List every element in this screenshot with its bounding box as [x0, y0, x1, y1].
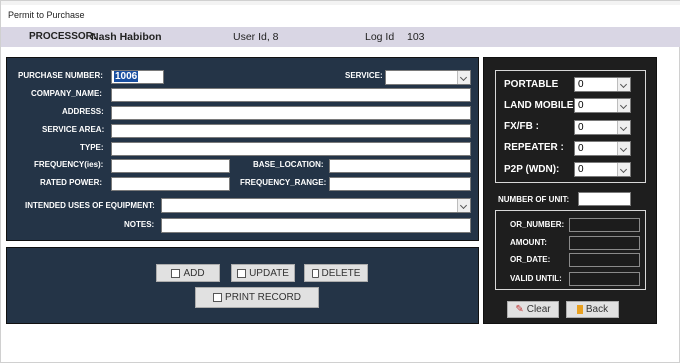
rated-power-label: RATED POWER:: [40, 178, 103, 187]
frequency-label: FREQUENCY(ies):: [34, 160, 104, 169]
user-id: User Id, 8: [233, 31, 279, 43]
permit-window: Permit to Purchase PROCESSOR: Nash Habib…: [0, 0, 680, 363]
window-icon: [171, 268, 181, 278]
chevron-down-icon: [617, 163, 630, 176]
company-name-label: COMPANY_NAME:: [31, 89, 102, 98]
amount-input[interactable]: [569, 236, 640, 250]
address-input[interactable]: [111, 106, 471, 120]
eraser-icon: ✎: [515, 304, 524, 315]
log-id-value: 103: [407, 31, 425, 43]
processor-info-bar: PROCESSOR: Nash Habibon User Id, 8 Log I…: [1, 27, 680, 47]
valid-until-label: VALID UNTIL:: [510, 274, 562, 283]
or-number-label: OR_NUMBER:: [510, 220, 565, 229]
notes-input[interactable]: [161, 218, 471, 233]
portable-dropdown[interactable]: 0: [574, 77, 631, 92]
portable-label: PORTABLE: [504, 79, 559, 90]
notes-label: NOTES:: [124, 220, 155, 229]
chevron-down-icon: [617, 142, 630, 155]
chevron-down-icon: [457, 199, 470, 212]
chevron-down-icon: [457, 71, 470, 84]
or-date-input[interactable]: [569, 253, 640, 267]
clear-button[interactable]: ✎ Clear: [507, 301, 559, 318]
frequency-input[interactable]: [111, 159, 230, 173]
processor-name: Nash Habibon: [91, 31, 162, 43]
chevron-down-icon: [617, 78, 630, 91]
fxfb-value: 0: [578, 122, 584, 133]
processor-label: PROCESSOR:: [29, 31, 97, 42]
p2p-dropdown[interactable]: 0: [574, 162, 631, 177]
valid-until-input[interactable]: [569, 272, 640, 286]
service-area-input[interactable]: [111, 124, 471, 138]
or-date-label: OR_DATE:: [510, 255, 551, 264]
base-location-label: BASE_LOCATION:: [253, 160, 324, 169]
print-record-label: PRINT RECORD: [225, 292, 301, 303]
units-panel: PORTABLE 0 LAND MOBILE 0 FX/FB : 0 REPEA…: [483, 57, 657, 324]
repeater-dropdown[interactable]: 0: [574, 141, 631, 156]
clear-button-label: Clear: [526, 304, 551, 315]
chevron-down-icon: [617, 99, 630, 112]
or-number-input[interactable]: [569, 218, 640, 232]
purchase-number-label: PURCHASE NUMBER:: [18, 71, 103, 80]
land-mobile-dropdown[interactable]: 0: [574, 98, 631, 113]
document-icon: [213, 293, 223, 302]
service-label: SERVICE:: [345, 71, 383, 80]
add-button-label: ADD: [183, 267, 205, 279]
type-label: TYPE:: [80, 143, 104, 152]
intended-uses-label: INTENDED USES OF EQUIPMENT:: [25, 201, 155, 210]
delete-button-label: DELETE: [321, 267, 361, 279]
form-panel: PURCHASE NUMBER: 1006 SERVICE: COMPANY_N…: [6, 57, 479, 241]
frequency-range-input[interactable]: [329, 177, 471, 191]
back-button[interactable]: Back: [566, 301, 619, 318]
p2p-value: 0: [578, 164, 584, 175]
window-icon: [237, 268, 247, 278]
rated-power-input[interactable]: [111, 177, 230, 191]
service-dropdown[interactable]: [385, 70, 471, 85]
portable-value: 0: [578, 79, 584, 90]
company-name-input[interactable]: [111, 88, 471, 102]
purchase-number-value: 1006: [114, 71, 139, 82]
land-mobile-label: LAND MOBILE: [504, 100, 574, 111]
p2p-label: P2P (WDN):: [504, 164, 560, 175]
log-id-label: Log Id: [365, 31, 395, 43]
title-bar: Permit to Purchase: [1, 5, 680, 27]
number-of-unit-input[interactable]: [578, 192, 631, 206]
actions-panel: ADD UPDATE DELETE PRINT RECORD: [6, 247, 479, 324]
number-of-unit-label: NUMBER OF UNIT:: [498, 195, 570, 204]
delete-button[interactable]: DELETE: [304, 264, 368, 282]
land-mobile-value: 0: [578, 100, 584, 111]
repeater-label: REPEATER :: [504, 142, 564, 153]
back-button-label: Back: [585, 304, 609, 315]
frequency-range-label: FREQUENCY_RANGE:: [240, 178, 327, 187]
repeater-value: 0: [578, 143, 584, 154]
amount-label: AMOUNT:: [510, 238, 547, 247]
update-button[interactable]: UPDATE: [231, 264, 295, 282]
trash-icon: [311, 268, 319, 278]
chevron-down-icon: [617, 121, 630, 134]
service-area-label: SERVICE AREA:: [42, 125, 105, 134]
address-label: ADDRESS:: [62, 107, 104, 116]
purchase-number-input[interactable]: 1006: [111, 70, 164, 84]
window-title: Permit to Purchase: [8, 10, 85, 20]
add-button[interactable]: ADD: [156, 264, 220, 282]
base-location-input[interactable]: [329, 159, 471, 173]
fxfb-label: FX/FB :: [504, 121, 539, 132]
back-arrow-icon: [576, 305, 583, 314]
update-button-label: UPDATE: [249, 267, 289, 279]
print-record-button[interactable]: PRINT RECORD: [195, 287, 319, 308]
type-input[interactable]: [111, 142, 471, 156]
fxfb-dropdown[interactable]: 0: [574, 120, 631, 135]
intended-uses-dropdown[interactable]: [161, 198, 471, 213]
